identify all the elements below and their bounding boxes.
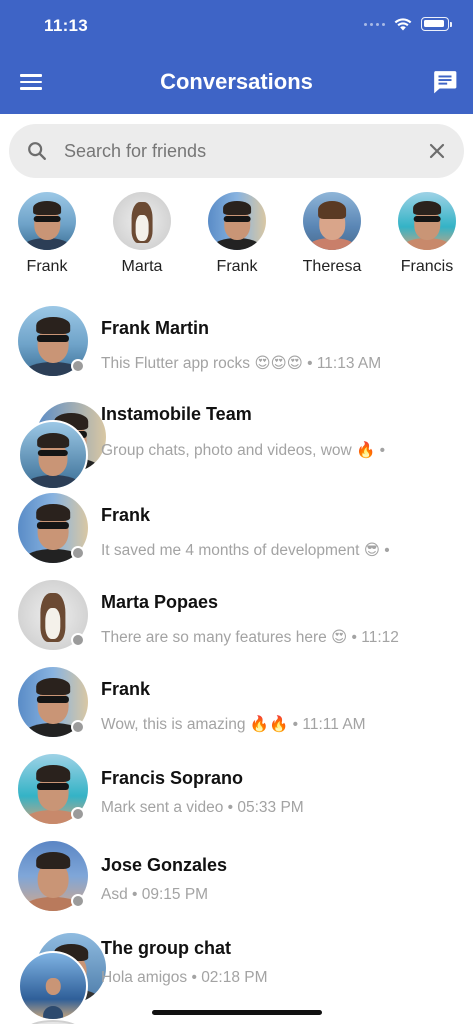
- story-name: Francis: [400, 258, 454, 275]
- avatar: [208, 192, 266, 250]
- page-title: Conversations: [160, 69, 313, 94]
- group-avatar: [18, 933, 106, 1021]
- avatar: [398, 192, 456, 250]
- avatar: [303, 192, 361, 250]
- conversation-name: Frank: [101, 505, 151, 525]
- story-name: Frank: [216, 258, 258, 275]
- battery-icon: [421, 17, 452, 31]
- clear-icon[interactable]: [428, 142, 446, 160]
- search-input[interactable]: [64, 134, 404, 168]
- conversation-message: There are so many features here 😍 • 11:1…: [101, 629, 399, 646]
- status-bar: 11:13: [0, 0, 473, 52]
- conversation-name: Francis Soprano: [101, 768, 244, 788]
- story-name: Frank: [26, 258, 68, 275]
- story-item[interactable]: Theresa: [292, 192, 372, 276]
- search-bar: [9, 124, 464, 178]
- conversation-name: Jose Gonzales: [101, 855, 228, 875]
- conversation-name: Frank Martin: [101, 318, 210, 338]
- story-item[interactable]: Frank: [197, 192, 277, 276]
- avatar: [113, 192, 171, 250]
- conversation-message: This Flutter app rocks 😍😍😍 • 11:13 AM: [101, 355, 382, 372]
- story-item[interactable]: Francis: [387, 192, 467, 276]
- conversation-item[interactable]: Frank Wow, this is amazing 🔥🔥 • 11:11 AM: [0, 667, 473, 747]
- conversation-item[interactable]: Marta Popaes There are so many features …: [0, 580, 473, 660]
- conversation-message: Asd • 09:15 PM: [101, 886, 209, 903]
- conversation-message: Group chats, photo and videos, wow 🔥 •: [101, 442, 386, 459]
- status-icons: [364, 17, 452, 31]
- home-indicator[interactable]: [152, 1010, 322, 1015]
- conversation-item[interactable]: Frank Martin This Flutter app rocks 😍😍😍 …: [0, 306, 473, 386]
- story-item[interactable]: Frank: [7, 192, 87, 276]
- conversation-item[interactable]: Frank It saved me 4 months of developmen…: [0, 493, 473, 573]
- presence-dot: [71, 633, 85, 647]
- avatar: [18, 192, 76, 250]
- avatar: [26, 1020, 80, 1024]
- conversation-message: Hola amigos • 02:18 PM: [101, 969, 268, 986]
- search-icon: [28, 142, 46, 160]
- avatar: [18, 420, 88, 490]
- app-bar: 11:13 Conversations: [0, 0, 473, 114]
- story-item[interactable]: Marta: [102, 192, 182, 276]
- presence-dot: [71, 807, 85, 821]
- signal-icon: [364, 22, 385, 26]
- conversation-name: Marta Popaes: [101, 592, 219, 612]
- conversation-name: The group chat: [101, 938, 231, 958]
- presence-dot: [71, 359, 85, 373]
- conversation-item[interactable]: Instamobile Team Group chats, photo and …: [0, 402, 473, 490]
- wifi-icon: [394, 17, 412, 30]
- avatar: [18, 951, 88, 1021]
- presence-dot: [71, 894, 85, 908]
- group-avatar: [18, 402, 106, 490]
- conversation-message: Mark sent a video • 05:33 PM: [101, 799, 304, 816]
- story-name: Theresa: [302, 258, 362, 275]
- status-time: 11:13: [44, 16, 89, 35]
- conversation-item[interactable]: Jose Gonzales Asd • 09:15 PM: [0, 841, 473, 921]
- conversation-message: It saved me 4 months of development 😎 •: [101, 542, 390, 559]
- conversation-item[interactable]: The group chat Hola amigos • 02:18 PM: [0, 933, 473, 1021]
- story-name: Marta: [121, 258, 163, 275]
- compose-message-icon[interactable]: [432, 69, 460, 97]
- conversation-message: Wow, this is amazing 🔥🔥 • 11:11 AM: [101, 716, 366, 733]
- presence-dot: [71, 546, 85, 560]
- conversation-item[interactable]: Francis Soprano Mark sent a video • 05:3…: [0, 754, 473, 834]
- conversation-name: Instamobile Team: [101, 404, 252, 424]
- presence-dot: [71, 720, 85, 734]
- conversation-name: Frank: [101, 679, 151, 699]
